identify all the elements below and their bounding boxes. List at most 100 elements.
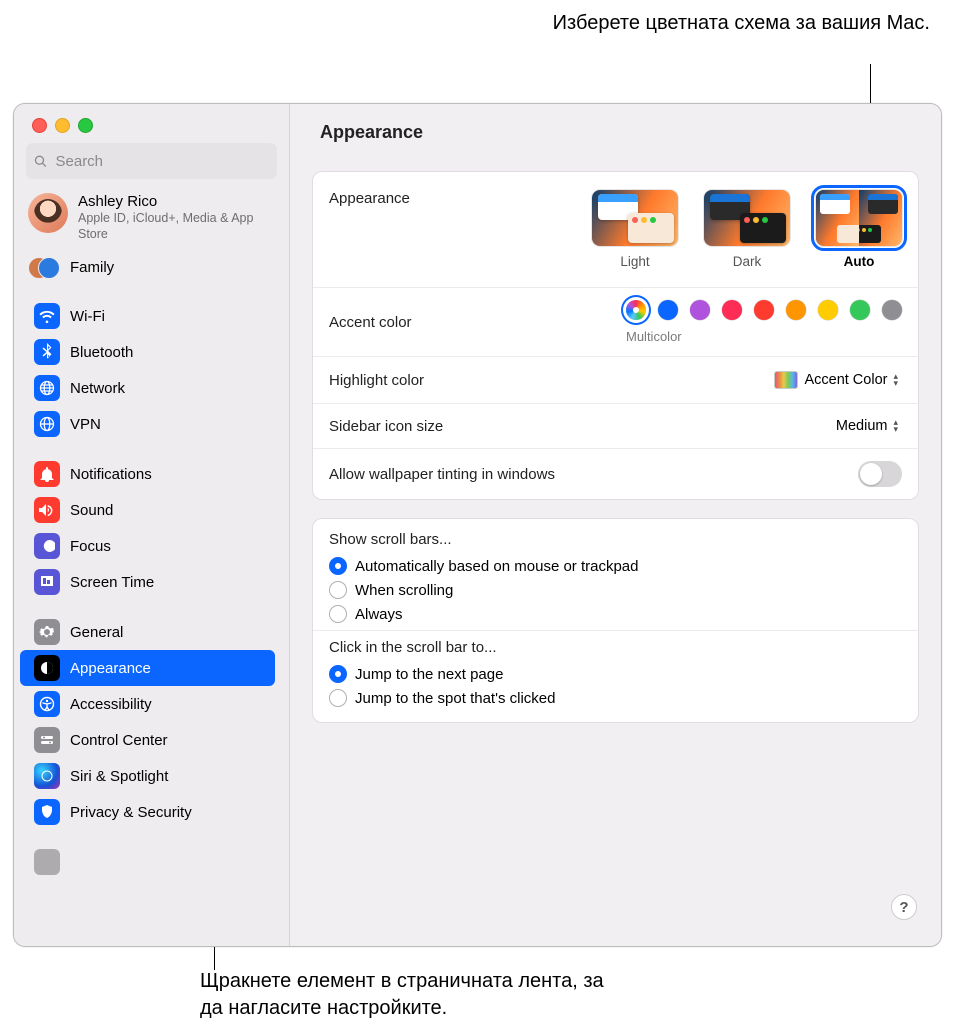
sidebar-item-controlcenter[interactable]: Control Center	[20, 722, 275, 758]
zoom-button[interactable]	[78, 118, 93, 133]
appearance-option-dark[interactable]: Dark	[704, 190, 790, 269]
accent-orange[interactable]	[786, 300, 806, 320]
help-button[interactable]: ?	[891, 894, 917, 920]
siri-icon	[34, 763, 60, 789]
sidebar-item-appearance[interactable]: Appearance	[20, 650, 275, 686]
sidebar-item-label: Wi-Fi	[70, 308, 105, 325]
search-input[interactable]	[54, 152, 270, 171]
scrollclick-option-nextpage[interactable]: Jump to the next page	[329, 662, 902, 686]
radio-icon	[329, 557, 347, 575]
sidebar-item-label: Siri & Spotlight	[70, 768, 168, 785]
accent-blue[interactable]	[658, 300, 678, 320]
apple-id-row[interactable]: Ashley Rico Apple ID, iCloud+, Media & A…	[14, 187, 281, 250]
sidebar-item-vpn[interactable]: VPN	[20, 406, 275, 442]
sidebar-item-privacy[interactable]: Privacy & Security	[20, 794, 275, 830]
scrollbar-click-title: Click in the scroll bar to...	[329, 639, 902, 656]
accent-graphite[interactable]	[882, 300, 902, 320]
family-label: Family	[70, 259, 114, 276]
sidebar-item-general[interactable]: General	[20, 614, 275, 650]
auto-theme-thumbnail	[816, 190, 902, 246]
sidebar-item-label: VPN	[70, 416, 101, 433]
content-pane: Appearance Appearance Light	[290, 104, 941, 946]
chevron-updown-icon: ▴▾	[893, 419, 898, 433]
vpn-icon	[34, 411, 60, 437]
radio-icon	[329, 581, 347, 599]
highlight-value: Accent Color	[804, 372, 887, 388]
scrollbars-option-scrolling[interactable]: When scrolling	[329, 578, 902, 602]
sidebar-item-label: Bluetooth	[70, 344, 133, 361]
radio-icon	[329, 689, 347, 707]
light-theme-label: Light	[620, 254, 649, 269]
sidebar-item-wifi[interactable]: Wi-Fi	[20, 298, 275, 334]
dark-theme-thumbnail	[704, 190, 790, 246]
accent-green[interactable]	[850, 300, 870, 320]
sidebar-item-sound[interactable]: Sound	[20, 492, 275, 528]
radio-label: Automatically based on mouse or trackpad	[355, 558, 638, 575]
scrolling-card: Show scroll bars... Automatically based …	[312, 518, 919, 723]
appearance-option-auto[interactable]: Auto	[816, 190, 902, 269]
accent-purple[interactable]	[690, 300, 710, 320]
sidebar-item-notifications[interactable]: Notifications	[20, 456, 275, 492]
highlight-color-row: Highlight color Accent Color ▴▾	[313, 357, 918, 404]
sidebar-item-siri[interactable]: Siri & Spotlight	[20, 758, 275, 794]
highlight-color-dropdown[interactable]: Accent Color ▴▾	[766, 369, 902, 391]
radio-label: Jump to the spot that's clicked	[355, 690, 555, 707]
sidebar-item-label: Appearance	[70, 660, 151, 677]
user-subtitle: Apple ID, iCloud+, Media & App Store	[78, 211, 271, 242]
search-field[interactable]	[26, 143, 277, 179]
close-button[interactable]	[32, 118, 47, 133]
accent-multicolor[interactable]	[626, 300, 646, 320]
sidebar-icon-size-label: Sidebar icon size	[329, 418, 443, 435]
appearance-label: Appearance	[329, 190, 410, 207]
sidebar-item-label: Sound	[70, 502, 113, 519]
wallpaper-tinting-label: Allow wallpaper tinting in windows	[329, 466, 555, 483]
sidebar-item-label: Notifications	[70, 466, 152, 483]
page-title: Appearance	[290, 104, 941, 155]
screentime-icon	[34, 569, 60, 595]
radio-label: Always	[355, 606, 403, 623]
user-name: Ashley Rico	[78, 193, 271, 210]
sidebar-item-bluetooth[interactable]: Bluetooth	[20, 334, 275, 370]
accent-color-label: Accent color	[329, 314, 412, 331]
scrollclick-option-spot[interactable]: Jump to the spot that's clicked	[329, 686, 902, 710]
appearance-option-light[interactable]: Light	[592, 190, 678, 269]
sidebar-item-network[interactable]: Network	[20, 370, 275, 406]
auto-theme-label: Auto	[844, 254, 875, 269]
sidebar-icon-size-dropdown[interactable]: Medium ▴▾	[828, 416, 902, 436]
sound-icon	[34, 497, 60, 523]
avatar	[28, 193, 68, 233]
family-row[interactable]: Family	[14, 250, 281, 284]
system-settings-window: Ashley Rico Apple ID, iCloud+, Media & A…	[13, 103, 942, 947]
sidebar-item-focus[interactable]: Focus	[20, 528, 275, 564]
highlight-color-label: Highlight color	[329, 372, 424, 389]
sidebar-item-accessibility[interactable]: Accessibility	[20, 686, 275, 722]
dark-theme-label: Dark	[733, 254, 762, 269]
privacy-icon	[34, 799, 60, 825]
radio-icon	[329, 605, 347, 623]
sidebar-item-label: General	[70, 624, 123, 641]
controlcenter-icon	[34, 727, 60, 753]
scrollbars-option-auto[interactable]: Automatically based on mouse or trackpad	[329, 554, 902, 578]
radio-icon	[329, 665, 347, 683]
scrollbars-option-always[interactable]: Always	[329, 602, 902, 626]
appearance-icon	[34, 655, 60, 681]
overflow-icon	[34, 849, 60, 875]
accent-red[interactable]	[754, 300, 774, 320]
accent-yellow[interactable]	[818, 300, 838, 320]
sidebar-item-screentime[interactable]: Screen Time	[20, 564, 275, 600]
accent-color-row: Accent color Mul	[313, 288, 918, 357]
sidebar-item-label: Screen Time	[70, 574, 154, 591]
callout-top: Изберете цветната схема за вашия Mac.	[553, 10, 930, 37]
sidebar-item-label: Network	[70, 380, 125, 397]
minimize-button[interactable]	[55, 118, 70, 133]
focus-icon	[34, 533, 60, 559]
network-icon	[34, 375, 60, 401]
accent-pink[interactable]	[722, 300, 742, 320]
wallpaper-tinting-toggle[interactable]	[858, 461, 902, 487]
sidebar-scroll[interactable]: Ashley Rico Apple ID, iCloud+, Media & A…	[14, 187, 289, 946]
sidebar-item-label: Control Center	[70, 732, 168, 749]
appearance-row: Appearance Light Dark	[313, 172, 918, 288]
family-icon	[28, 254, 60, 280]
accessibility-icon	[34, 691, 60, 717]
appearance-card: Appearance Light Dark	[312, 171, 919, 500]
